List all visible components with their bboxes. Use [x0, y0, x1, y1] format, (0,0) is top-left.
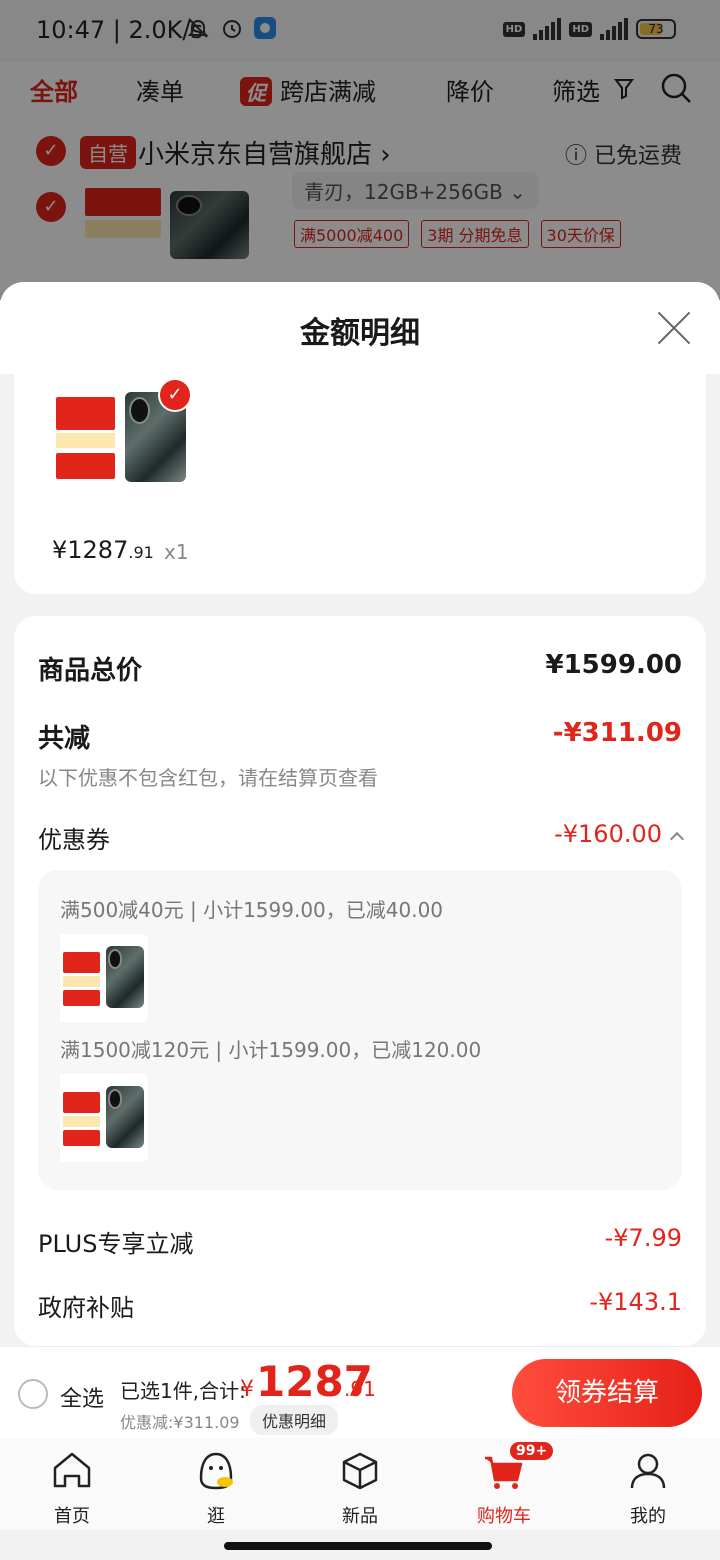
- coupon-label: 优惠券: [38, 826, 110, 854]
- coupon-detail-box: 满500减40元 | 小计1599.00，已减40.00 满1500减120元 …: [38, 870, 682, 1190]
- tab-label: 首页: [54, 1506, 90, 1527]
- tab-label: 新品: [342, 1506, 378, 1527]
- modal-backdrop[interactable]: [0, 0, 720, 300]
- mascot-icon: [199, 1452, 233, 1490]
- price-breakdown-card: 商品总价 ¥1599.00 共减 -¥311.09 以下优惠不包含红包，请在结算…: [14, 616, 706, 1346]
- discount-text: 优惠减:¥311.09: [120, 1413, 240, 1432]
- item-price-int: ¥1287: [52, 536, 129, 564]
- sheet-header: 金额明细: [0, 282, 720, 374]
- coupon-line: 满1500减120元 | 小计1599.00，已减120.00: [60, 1038, 482, 1062]
- item-quantity: x1: [164, 540, 189, 564]
- coupon-product-image: [60, 1074, 148, 1162]
- checkout-button[interactable]: 领券结算: [512, 1359, 702, 1427]
- checkout-bar: 全选 已选1件,合计: ¥ 1287 .91 优惠减:¥311.09 优惠明细 …: [0, 1346, 720, 1439]
- item-price: ¥1287.91: [52, 536, 154, 564]
- tab-label: 我的: [630, 1506, 666, 1527]
- coupon-value[interactable]: -¥160.00: [554, 820, 685, 848]
- amount-detail-sheet: 金额明细 ✓ ¥1287.91 x1 商品总价 ¥1599.00 共减 -¥31…: [0, 282, 720, 1346]
- tab-home[interactable]: 首页: [12, 1448, 132, 1528]
- tab-label: 逛: [207, 1506, 225, 1527]
- home-icon: [53, 1452, 91, 1488]
- select-all-checkbox[interactable]: [18, 1379, 48, 1409]
- check-icon: ✓: [158, 378, 192, 412]
- chevron-up-icon: [669, 831, 685, 847]
- subsidy-label: 政府补贴: [38, 1294, 134, 1322]
- plus-value: -¥7.99: [604, 1224, 682, 1252]
- close-icon[interactable]: [656, 310, 692, 346]
- total-label: 商品总价: [38, 656, 143, 686]
- product-image[interactable]: ✓: [52, 374, 192, 502]
- plus-label: PLUS专享立减: [38, 1230, 194, 1258]
- reduce-value: -¥311.09: [552, 718, 682, 748]
- total-decimal: .91: [344, 1377, 376, 1401]
- select-all-label[interactable]: 全选: [60, 1381, 104, 1413]
- sheet-title: 金额明细: [300, 316, 420, 351]
- discount-detail-button[interactable]: 优惠明细: [250, 1405, 339, 1435]
- box-icon: [342, 1452, 378, 1490]
- total-value: ¥1599.00: [545, 650, 682, 680]
- cart-count-badge: 99+: [510, 1442, 554, 1460]
- item-price-dec: .91: [128, 543, 154, 562]
- coupon-amount: -¥160.00: [554, 820, 662, 848]
- tab-browse[interactable]: 逛: [156, 1448, 276, 1528]
- tab-label: 购物车: [477, 1506, 531, 1527]
- home-indicator[interactable]: [224, 1542, 492, 1550]
- bottom-tab-bar: 首页 逛 新品 99+ 购物车 我的: [0, 1438, 720, 1530]
- user-icon: [630, 1453, 666, 1489]
- coupon-product-image: [60, 934, 148, 1022]
- tab-cart[interactable]: 99+ 购物车: [444, 1442, 564, 1528]
- tab-new[interactable]: 新品: [300, 1448, 420, 1528]
- selected-summary: 已选1件,合计:: [120, 1379, 246, 1403]
- subsidy-value: -¥143.1: [589, 1288, 682, 1316]
- coupon-line: 满500减40元 | 小计1599.00，已减40.00: [60, 898, 444, 922]
- tab-profile[interactable]: 我的: [588, 1448, 708, 1528]
- reduce-label: 共减: [38, 724, 91, 754]
- selected-product-card: ✓ ¥1287.91 x1: [14, 374, 706, 594]
- total-currency: ¥: [240, 1377, 254, 1402]
- reduce-note: 以下优惠不包含红包，请在结算页查看: [38, 766, 378, 790]
